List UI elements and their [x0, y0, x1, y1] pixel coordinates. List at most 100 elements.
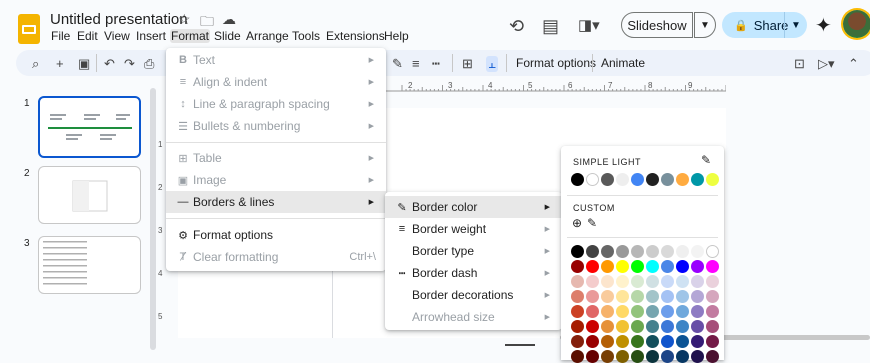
palette-color-swatch[interactable]	[676, 305, 689, 318]
format-menu-item-text[interactable]: B Text ▶	[166, 49, 386, 71]
palette-color-swatch[interactable]	[691, 305, 704, 318]
palette-color-swatch[interactable]	[676, 245, 689, 258]
palette-color-swatch[interactable]	[601, 335, 614, 348]
palette-color-swatch[interactable]	[586, 260, 599, 273]
border-color-item[interactable]: ✎ Border color ▶	[385, 196, 562, 218]
palette-color-swatch[interactable]	[586, 335, 599, 348]
palette-color-swatch[interactable]	[586, 350, 599, 363]
slideshow-dropdown-button[interactable]: ▼	[694, 12, 716, 38]
palette-color-swatch[interactable]	[631, 350, 644, 363]
format-menu-item-image[interactable]: ▣ Image ▶	[166, 169, 386, 191]
palette-color-swatch[interactable]	[616, 275, 629, 288]
palette-color-swatch[interactable]	[571, 275, 584, 288]
avatar[interactable]	[843, 10, 870, 38]
palette-color-swatch[interactable]	[691, 320, 704, 333]
palette-color-swatch[interactable]	[616, 290, 629, 303]
format-options-button[interactable]: Format options	[516, 56, 596, 70]
menu-extensions[interactable]: Extensions	[326, 29, 385, 43]
palette-color-swatch[interactable]	[571, 305, 584, 318]
palette-color-swatch[interactable]	[676, 320, 689, 333]
palette-color-swatch[interactable]	[616, 305, 629, 318]
palette-color-swatch[interactable]	[691, 260, 704, 273]
palette-color-swatch[interactable]	[706, 305, 719, 318]
palette-color-swatch[interactable]	[661, 350, 674, 363]
filmstrip-scrollbar[interactable]	[150, 88, 156, 350]
palette-color-swatch[interactable]	[646, 290, 659, 303]
theme-color-swatch[interactable]	[646, 173, 659, 186]
theme-color-swatch[interactable]	[571, 173, 584, 186]
palette-color-swatch[interactable]	[676, 290, 689, 303]
palette-color-swatch[interactable]	[586, 305, 599, 318]
palette-color-swatch[interactable]	[706, 290, 719, 303]
notes-resize-handle[interactable]	[505, 344, 535, 346]
palette-color-swatch[interactable]	[706, 275, 719, 288]
palette-color-swatch[interactable]	[646, 245, 659, 258]
palette-color-swatch[interactable]	[646, 350, 659, 363]
format-menu-item-clear-formatting[interactable]: Ⱦ Clear formatting Ctrl+\	[166, 246, 386, 268]
palette-color-swatch[interactable]	[646, 275, 659, 288]
palette-color-swatch[interactable]	[616, 260, 629, 273]
slide-thumbnail-1[interactable]	[38, 96, 141, 158]
search-menus-icon[interactable]: ⌕	[32, 56, 39, 72]
menu-insert[interactable]: Insert	[136, 29, 166, 43]
palette-color-swatch[interactable]	[706, 260, 719, 273]
cloud-status-icon[interactable]: ☁	[222, 11, 236, 28]
palette-color-swatch[interactable]	[616, 350, 629, 363]
gemini-icon[interactable]: ✦	[815, 13, 832, 38]
palette-color-swatch[interactable]	[646, 305, 659, 318]
palette-color-swatch[interactable]	[631, 305, 644, 318]
menu-arrange[interactable]: Arrange	[246, 29, 289, 43]
palette-color-swatch[interactable]	[706, 320, 719, 333]
palette-color-swatch[interactable]	[631, 275, 644, 288]
palette-color-swatch[interactable]	[601, 305, 614, 318]
collapse-toolbar-icon[interactable]: ⌃	[848, 56, 859, 72]
palette-color-swatch[interactable]	[676, 260, 689, 273]
palette-color-swatch[interactable]	[676, 335, 689, 348]
share-dropdown-button[interactable]: ▼	[784, 12, 807, 38]
palette-color-swatch[interactable]	[691, 290, 704, 303]
palette-color-swatch[interactable]	[571, 350, 584, 363]
theme-color-swatch[interactable]	[616, 173, 629, 186]
palette-color-swatch[interactable]	[631, 335, 644, 348]
document-title[interactable]: Untitled presentation	[50, 11, 188, 28]
palette-color-swatch[interactable]	[631, 260, 644, 273]
undo-icon[interactable]: ↶	[104, 56, 115, 72]
format-menu-item-line-spacing[interactable]: ↕ Line & paragraph spacing ▶	[166, 93, 386, 115]
menu-view[interactable]: View	[104, 29, 130, 43]
new-slide-icon[interactable]: +	[56, 56, 64, 71]
palette-color-swatch[interactable]	[646, 320, 659, 333]
palette-color-swatch[interactable]	[646, 260, 659, 273]
layout-icon[interactable]: ▣	[78, 56, 90, 72]
menu-tools[interactable]: Tools	[292, 29, 320, 43]
insert-box-icon[interactable]: ⊞	[462, 56, 473, 72]
palette-color-swatch[interactable]	[601, 260, 614, 273]
eyedropper-icon[interactable]: ✎	[587, 216, 597, 230]
menu-file[interactable]: File	[51, 29, 70, 43]
add-custom-color-icon[interactable]: ⊕	[572, 216, 582, 230]
border-dash-item[interactable]: ┅ Border dash ▶	[385, 262, 562, 284]
palette-color-swatch[interactable]	[691, 275, 704, 288]
theme-color-swatch[interactable]	[586, 173, 599, 186]
palette-color-swatch[interactable]	[706, 350, 719, 363]
palette-color-swatch[interactable]	[586, 290, 599, 303]
border-decorations-item[interactable]: Border decorations ▶	[385, 284, 562, 306]
theme-color-swatch[interactable]	[676, 173, 689, 186]
palette-color-swatch[interactable]	[601, 275, 614, 288]
palette-color-swatch[interactable]	[616, 320, 629, 333]
palette-color-swatch[interactable]	[601, 350, 614, 363]
palette-color-swatch[interactable]	[586, 320, 599, 333]
format-menu-item-format-options[interactable]: ⚙ Format options	[166, 224, 386, 246]
format-menu-item-bullets[interactable]: ☰ Bullets & numbering ▶	[166, 115, 386, 137]
border-weight-icon[interactable]: ≡	[412, 56, 420, 71]
menu-edit[interactable]: Edit	[77, 29, 98, 43]
print-icon[interactable]: ⎙	[144, 56, 154, 72]
arrowhead-size-item[interactable]: Arrowhead size ▶	[385, 306, 562, 328]
theme-color-swatch[interactable]	[631, 173, 644, 186]
palette-color-swatch[interactable]	[571, 335, 584, 348]
slide-thumbnail-3[interactable]	[38, 236, 141, 294]
palette-color-swatch[interactable]	[676, 350, 689, 363]
palette-color-swatch[interactable]	[571, 245, 584, 258]
palette-color-swatch[interactable]	[661, 335, 674, 348]
pencil-icon[interactable]: ✎	[392, 56, 403, 72]
slide-thumbnail-2[interactable]	[38, 166, 141, 224]
